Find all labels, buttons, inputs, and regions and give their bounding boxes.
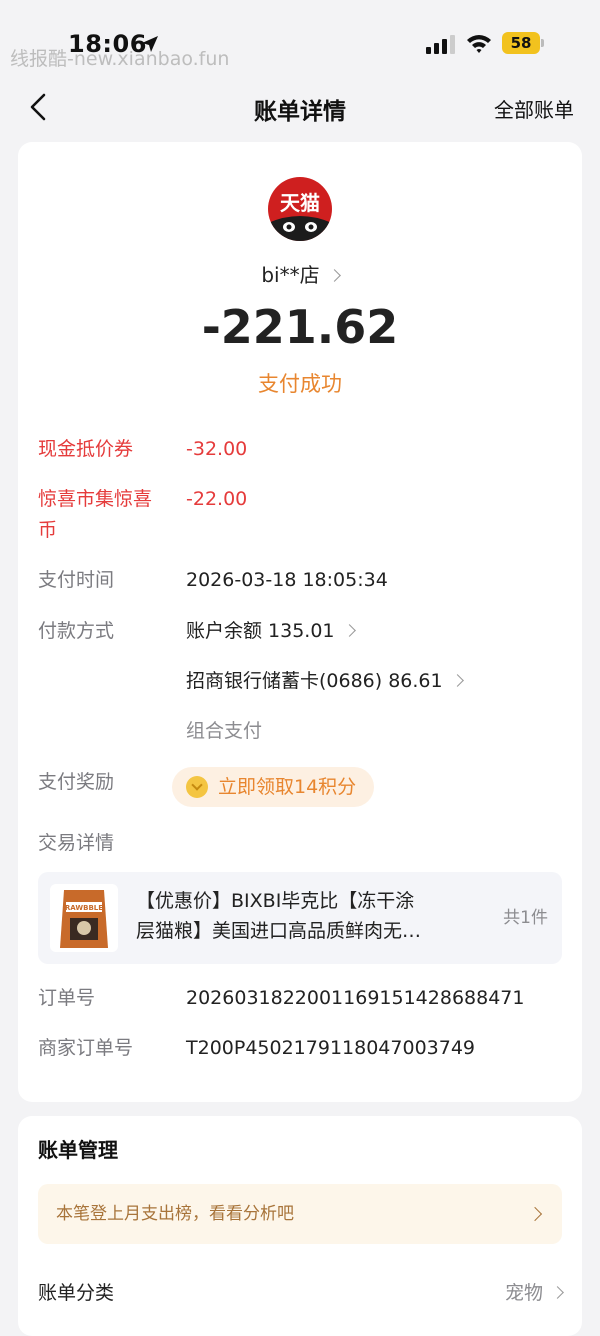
chevron-right-icon <box>551 1286 564 1299</box>
payment-status: 支付成功 <box>258 372 342 396</box>
tmall-logo-text: 天猫 <box>280 191 320 215</box>
order-number-value[interactable]: 2026031822001169151428688471 <box>186 983 524 1014</box>
spending-analysis-text: 本笔登上月支出榜，看看分析吧 <box>56 1204 294 1224</box>
chevron-right-icon <box>450 674 464 687</box>
pay-method-balance[interactable]: 账户余额 135.01 <box>186 616 356 647</box>
tmall-logo: 天猫 <box>268 177 332 241</box>
surprise-coin-value: -22.00 <box>186 488 248 510</box>
all-bills-link[interactable]: 全部账单 <box>494 94 574 123</box>
payment-amount: -221.62 <box>201 300 399 354</box>
cellular-signal-icon <box>426 35 455 54</box>
product-item[interactable]: RAWBBLE 【优惠价】BIXBI毕克比【冻干涂 层猫粮】美国进口高品质鲜肉无… <box>38 872 562 964</box>
bill-category-label: 账单分类 <box>38 1282 115 1304</box>
surprise-coin-label-line1: 惊喜市集惊喜 <box>38 488 153 510</box>
points-coin-icon <box>186 776 208 798</box>
battery-icon: 58 <box>502 32 544 54</box>
chevron-right-icon <box>342 624 356 637</box>
wifi-icon <box>467 35 491 53</box>
chevron-right-icon <box>527 1206 543 1222</box>
coupon-label: 现金抵价券 <box>38 438 134 460</box>
pay-time-label: 支付时间 <box>38 569 115 591</box>
product-thumbnail: RAWBBLE <box>50 884 118 952</box>
pay-method-label: 付款方式 <box>38 620 115 642</box>
bill-management-title: 账单管理 <box>38 1138 118 1162</box>
spending-analysis-banner[interactable]: 本笔登上月支出榜，看看分析吧 <box>38 1184 562 1244</box>
pay-method-combined: 组合支付 <box>186 720 263 742</box>
order-number-label: 订单号 <box>38 987 96 1009</box>
reward-label: 支付奖励 <box>38 771 115 793</box>
product-thumbnail-brand: RAWBBLE <box>65 904 103 912</box>
chevron-right-icon <box>327 269 341 282</box>
pay-time-value: 2026-03-18 18:05:34 <box>186 569 388 591</box>
bill-category-value[interactable]: 宠物 <box>504 1278 564 1305</box>
coupon-value: -32.00 <box>186 438 248 460</box>
merchant-name: bi**店 <box>261 263 320 287</box>
product-title-line1: 【优惠价】BIXBI毕克比【冻干涂 <box>136 890 415 912</box>
trade-detail-label: 交易详情 <box>38 832 115 854</box>
product-title: 【优惠价】BIXBI毕克比【冻干涂 层猫粮】美国进口高品质鲜肉无… <box>136 886 456 946</box>
watermark: 线报酷-new.xianbao.fun <box>10 48 230 70</box>
claim-points-text: 立即领取14积分 <box>218 776 357 798</box>
pay-method-bank-card-text: 招商银行储蓄卡(0686) 86.61 <box>186 670 443 692</box>
merchant-order-value[interactable]: T200P4502179118047003749 <box>186 1033 475 1064</box>
merchant-order-label: 商家订单号 <box>38 1037 134 1059</box>
surprise-coin-label-line2: 币 <box>38 519 58 541</box>
cat-face-icon <box>268 216 332 241</box>
pay-method-bank-card[interactable]: 招商银行储蓄卡(0686) 86.61 <box>186 666 464 697</box>
merchant-name-row[interactable]: bi**店 <box>0 259 600 288</box>
claim-points-button[interactable]: 立即领取14积分 <box>172 767 374 807</box>
pay-method-balance-text: 账户余额 135.01 <box>186 620 335 642</box>
product-count: 共1件 <box>503 908 548 928</box>
battery-level: 58 <box>510 34 532 52</box>
product-title-line2: 层猫粮】美国进口高品质鲜肉无… <box>136 920 422 942</box>
bill-category-text: 宠物 <box>504 1282 543 1304</box>
